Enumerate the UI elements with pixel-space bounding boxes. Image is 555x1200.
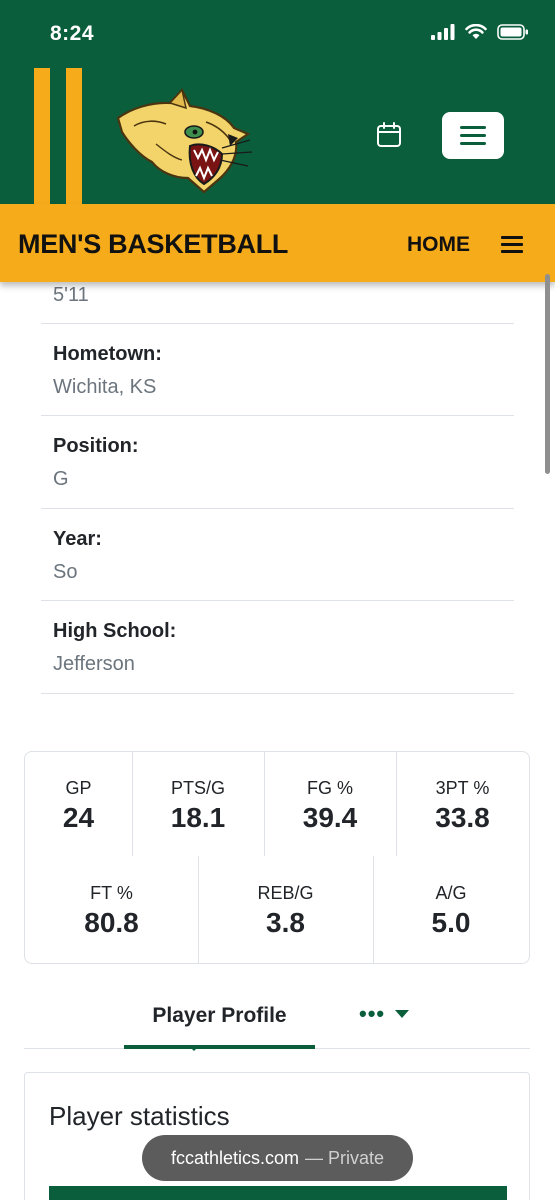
stat-value: 39.4 xyxy=(302,802,358,833)
stat-label: 3PT % xyxy=(435,778,490,798)
divider xyxy=(41,600,514,601)
stats-table-header xyxy=(49,1186,507,1200)
stat-label: PTS/G xyxy=(170,778,225,798)
stat-label: FT % xyxy=(90,883,133,903)
position-value: G xyxy=(53,468,69,490)
status-bar: 8:24 xyxy=(0,0,555,68)
tab-more-dropdown[interactable]: ••• xyxy=(359,1001,410,1027)
profile-tabs: Player Profile ••• xyxy=(24,987,530,1049)
tab-player-profile[interactable]: Player Profile xyxy=(124,987,315,1049)
stat-reb: REB/G 3.8 xyxy=(198,883,373,939)
stat-value: 33.8 xyxy=(435,802,490,833)
gold-stripe xyxy=(34,68,50,204)
stat-label: GP xyxy=(65,778,92,798)
stat-value: 18.1 xyxy=(170,802,226,833)
main-menu-button[interactable] xyxy=(442,112,504,159)
calendar-icon[interactable] xyxy=(376,122,402,148)
year-label: Year: xyxy=(53,528,102,550)
hometown-label: Hometown: xyxy=(53,343,162,365)
status-time: 8:24 xyxy=(50,22,95,45)
home-link[interactable]: HOME xyxy=(407,233,470,257)
battery-icon xyxy=(497,24,528,40)
hometown-value: Wichita, KS xyxy=(53,376,157,398)
sport-title[interactable]: MEN'S BASKETBALL xyxy=(18,229,288,260)
more-dots-icon: ••• xyxy=(359,1001,386,1026)
stat-value: 80.8 xyxy=(84,907,139,938)
season-stats-card: GP 24 PTS/G 18.1 FG % 39.4 3PT % 33.8 FT… xyxy=(24,751,530,964)
height-value: 5'11 xyxy=(53,284,89,306)
sport-nav-bar: MEN'S BASKETBALL HOME xyxy=(0,204,555,282)
position-label: Position: xyxy=(53,435,139,457)
cellular-signal-icon xyxy=(431,24,455,40)
active-tab-caret-icon xyxy=(188,1045,200,1051)
divider xyxy=(41,508,514,509)
url-domain: fccathletics.com xyxy=(170,1147,299,1168)
browser-url-pill[interactable]: fccathletics.com — Private xyxy=(142,1135,413,1181)
stat-ft: FT % 80.8 xyxy=(25,883,198,939)
high-school-label: High School: xyxy=(53,620,177,642)
panel-title: Player statistics xyxy=(49,1101,230,1131)
stat-gp: GP 24 xyxy=(25,778,132,834)
menu-bar xyxy=(460,134,486,137)
chevron-down-icon xyxy=(395,1010,410,1018)
stat-value: 24 xyxy=(62,802,95,833)
stat-value: 5.0 xyxy=(431,907,471,938)
stat-label: REB/G xyxy=(257,883,314,903)
status-icons xyxy=(431,24,529,40)
stat-3pt: 3PT % 33.8 xyxy=(396,778,529,834)
divider xyxy=(41,415,514,416)
site-header xyxy=(0,68,555,204)
high-school-value: Jefferson xyxy=(53,653,135,675)
stat-label: A/G xyxy=(435,883,467,903)
menu-bar xyxy=(460,126,486,129)
cougar-logo-icon[interactable] xyxy=(110,82,255,194)
wifi-icon xyxy=(465,24,487,39)
stat-value: 3.8 xyxy=(266,907,305,938)
sport-menu-icon[interactable] xyxy=(501,236,523,253)
main-content: 5'11 Hometown: Wichita, KS Position: G Y… xyxy=(0,282,555,1200)
page-scrollbar[interactable] xyxy=(545,274,550,474)
stat-fg: FG % 39.4 xyxy=(264,778,396,834)
divider xyxy=(41,323,514,324)
gold-stripe xyxy=(66,68,82,204)
year-value: So xyxy=(53,561,78,583)
stat-pts: PTS/G 18.1 xyxy=(132,778,264,834)
menu-bar xyxy=(460,142,486,145)
divider xyxy=(41,693,514,694)
private-mode-label: — Private xyxy=(305,1147,385,1168)
stat-ast: A/G 5.0 xyxy=(373,883,529,939)
stat-label: FG % xyxy=(306,778,353,798)
